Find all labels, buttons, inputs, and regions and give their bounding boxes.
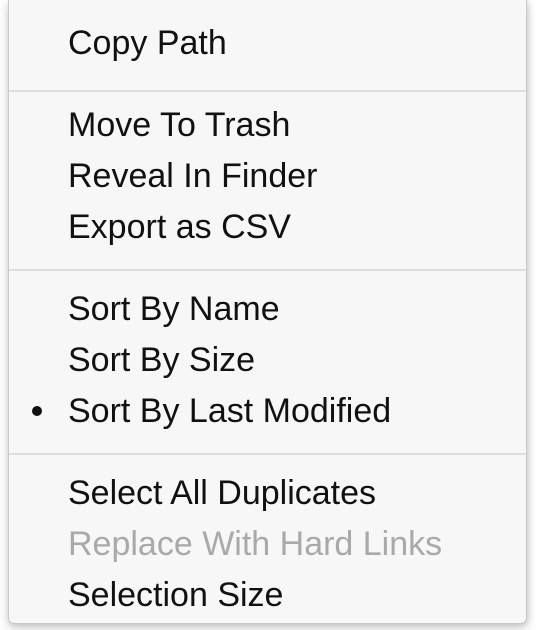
menu-item-copy-path[interactable]: Copy Path: [9, 17, 526, 69]
menu-item-sort-by-size[interactable]: Sort By Size: [9, 334, 526, 386]
menu-item-label: Replace With Hard Links: [68, 525, 443, 563]
context-menu: Copy Path Move To Trash Reveal In Finder…: [8, 0, 527, 624]
menu-item-label: Selection Size: [68, 576, 284, 614]
menu-separator: [9, 269, 526, 271]
menu-item-move-to-trash[interactable]: Move To Trash: [9, 99, 526, 151]
screen: Copy Path Move To Trash Reveal In Finder…: [0, 0, 550, 630]
menu-separator: [9, 453, 526, 455]
menu-item-label: Select All Duplicates: [68, 474, 377, 512]
menu-item-label: Export as CSV: [68, 208, 291, 246]
menu-separator: [9, 90, 526, 92]
menu-item-sort-by-name[interactable]: Sort By Name: [9, 283, 526, 335]
menu-item-export-as-csv[interactable]: Export as CSV: [9, 201, 526, 253]
menu-item-label: Move To Trash: [68, 106, 291, 144]
menu-item-selection-size[interactable]: Selection Size: [9, 569, 526, 621]
menu-item-replace-with-hard-links: Replace With Hard Links: [9, 518, 526, 570]
menu-item-label: Sort By Size: [68, 341, 256, 379]
menu-item-reveal-in-finder[interactable]: Reveal In Finder: [9, 150, 526, 202]
bullet-icon: [27, 385, 47, 437]
menu-item-label: Sort By Last Modified: [68, 392, 392, 430]
menu-item-label: Copy Path: [68, 24, 227, 62]
menu-item-sort-by-last-modified[interactable]: Sort By Last Modified: [9, 385, 526, 437]
menu-item-select-all-duplicates[interactable]: Select All Duplicates: [9, 467, 526, 519]
menu-item-label: Reveal In Finder: [68, 157, 318, 195]
menu-item-label: Sort By Name: [68, 290, 280, 328]
